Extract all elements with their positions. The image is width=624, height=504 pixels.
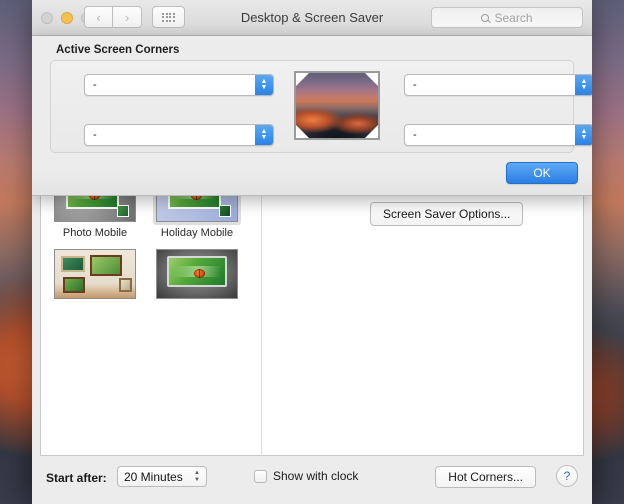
corner-popup-bottom-left[interactable]: - ▲ ▼ — [84, 124, 274, 146]
screensaver-thumbnail — [54, 249, 136, 299]
screensaver-item-photo-wall[interactable] — [51, 246, 139, 304]
bottom-controls: Start after: 20 Minutes ▲ ▼ Show with clo… — [32, 456, 592, 504]
sheet-title: Active Screen Corners — [56, 44, 180, 56]
screen-saver-options-button[interactable]: Screen Saver Options... — [370, 202, 524, 226]
corner-value: - — [93, 129, 97, 141]
chevron-updown-icon: ▲ ▼ — [575, 125, 592, 145]
screensaver-thumbnail — [156, 249, 238, 299]
corner-value: - — [93, 79, 97, 91]
help-button[interactable]: ? — [556, 465, 578, 487]
corner-value: - — [413, 79, 417, 91]
start-after-popup[interactable]: 20 Minutes ▲ ▼ — [117, 466, 207, 487]
chevron-updown-icon: ▲ ▼ — [255, 125, 273, 145]
corner-popup-top-right[interactable]: - ▲ ▼ — [404, 74, 592, 96]
hot-corners-sheet: Active Screen Corners - ▲ ▼ - ▲ ▼ - ▲ ▼ - ▲… — [32, 36, 592, 196]
search-placeholder: Search — [494, 10, 533, 25]
screensaver-row — [51, 246, 251, 304]
corner-indicator-bottom-right — [365, 125, 378, 138]
screensaver-item-classic-tv[interactable] — [153, 246, 241, 304]
screensaver-label: Photo Mobile — [62, 227, 128, 239]
system-preferences-window: ‹ › Desktop & Screen Saver Search Photo … — [32, 0, 592, 504]
chevron-updown-icon: ▲ ▼ — [194, 469, 200, 483]
show-with-clock-label: Show with clock — [273, 469, 359, 483]
chevron-updown-icon: ▲ ▼ — [255, 75, 273, 95]
corner-indicator-bottom-left — [296, 125, 309, 138]
ok-button[interactable]: OK — [506, 162, 578, 184]
screensaver-label: Holiday Mobile — [160, 227, 234, 239]
corners-group-box: - ▲ ▼ - ▲ ▼ - ▲ ▼ - ▲ ▼ — [50, 60, 592, 153]
show-with-clock-checkbox[interactable]: Show with clock — [254, 469, 358, 483]
corner-indicator-top-left — [296, 73, 309, 86]
corner-popup-top-left[interactable]: - ▲ ▼ — [84, 74, 274, 96]
hot-corners-button[interactable]: Hot Corners... — [435, 466, 536, 488]
corner-value: - — [413, 129, 417, 141]
corner-popup-bottom-right[interactable]: - ▲ ▼ — [404, 124, 592, 146]
window-titlebar: ‹ › Desktop & Screen Saver Search — [32, 0, 592, 36]
desktop-preview-thumbnail — [294, 71, 380, 140]
corner-indicator-top-right — [365, 73, 378, 86]
checkbox-box — [254, 469, 267, 483]
start-after-value: 20 Minutes — [124, 469, 183, 484]
search-icon — [481, 13, 490, 22]
start-after-label: Start after: — [46, 471, 107, 485]
search-field[interactable]: Search — [431, 7, 583, 28]
chevron-updown-icon: ▲ ▼ — [575, 75, 592, 95]
